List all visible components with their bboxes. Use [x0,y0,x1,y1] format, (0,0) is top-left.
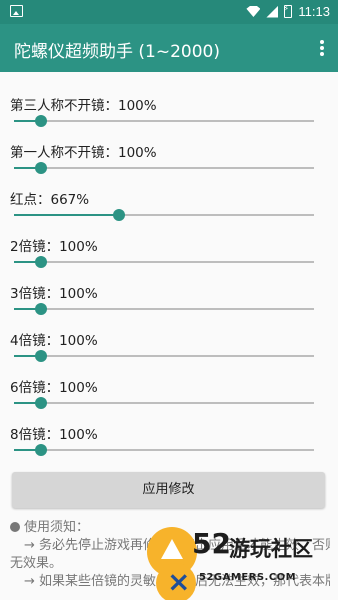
setting-row: 第一人称不开镜：100% [10,141,315,161]
status-bar: 11:13 [0,0,338,24]
slider-thumb[interactable] [35,350,48,362]
image-notification-icon [10,5,23,17]
slider-thumb[interactable] [35,115,48,127]
setting-row: 8倍镜：100% [10,423,315,443]
sensitivity-slider[interactable] [14,396,314,410]
slider-track [14,449,314,451]
sensitivity-slider[interactable] [14,349,314,363]
slider-thumb[interactable] [35,162,48,174]
watermark-text: 游玩社区 [229,537,313,561]
watermark-logo: 52 游玩社区 52GAMERS.COM [147,527,338,600]
setting-label: 8倍镜：100% [10,427,98,443]
overflow-menu-icon[interactable] [320,40,324,56]
logo-x-icon [156,563,196,600]
slider-track [14,261,314,263]
signal-icon [266,5,279,18]
slider-thumb[interactable] [35,397,48,409]
setting-label: 2倍镜：100% [10,239,98,255]
setting-row: 红点：667% [10,188,315,208]
setting-row: 第三人称不开镜：100% [10,94,315,114]
watermark-number: 52 [192,527,231,560]
setting-label: 红点：667% [10,192,90,208]
app-bar: 陀螺仪超频助手 (1~2000) [0,24,338,72]
sensitivity-slider[interactable] [14,161,314,175]
sensitivity-slider[interactable] [14,443,314,457]
setting-row: 6倍镜：100% [10,376,315,396]
sensitivity-slider[interactable] [14,114,314,128]
setting-row: 3倍镜：100% [10,282,315,302]
setting-label: 4倍镜：100% [10,333,98,349]
setting-label: 3倍镜：100% [10,286,98,302]
sensitivity-slider[interactable] [14,255,314,269]
slider-track [14,355,314,357]
setting-label: 第一人称不开镜：100% [10,145,157,161]
watermark-domain: 52GAMERS.COM [199,572,297,583]
slider-track [14,402,314,404]
setting-label: 6倍镜：100% [10,380,98,396]
clock: 11:13 [298,4,330,19]
slider-thumb[interactable] [112,209,125,221]
wifi-icon [246,6,261,17]
notes-heading: 使用须知： [24,520,90,535]
sensitivity-slider[interactable] [14,302,314,316]
bullet-icon [10,522,20,532]
slider-thumb[interactable] [35,256,48,268]
slider-thumb[interactable] [35,303,48,315]
sensitivity-slider[interactable] [14,208,314,222]
slider-thumb[interactable] [35,444,48,456]
slider-track [14,167,314,169]
battery-charging-icon [283,4,293,18]
slider-fill [14,214,119,216]
slider-track [14,120,314,122]
slider-track [14,308,314,310]
setting-label: 第三人称不开镜：100% [10,98,157,114]
apply-button[interactable]: 应用修改 [12,472,325,508]
setting-row: 2倍镜：100% [10,235,315,255]
setting-row: 4倍镜：100% [10,329,315,349]
page-title: 陀螺仪超频助手 (1~2000) [14,42,220,62]
